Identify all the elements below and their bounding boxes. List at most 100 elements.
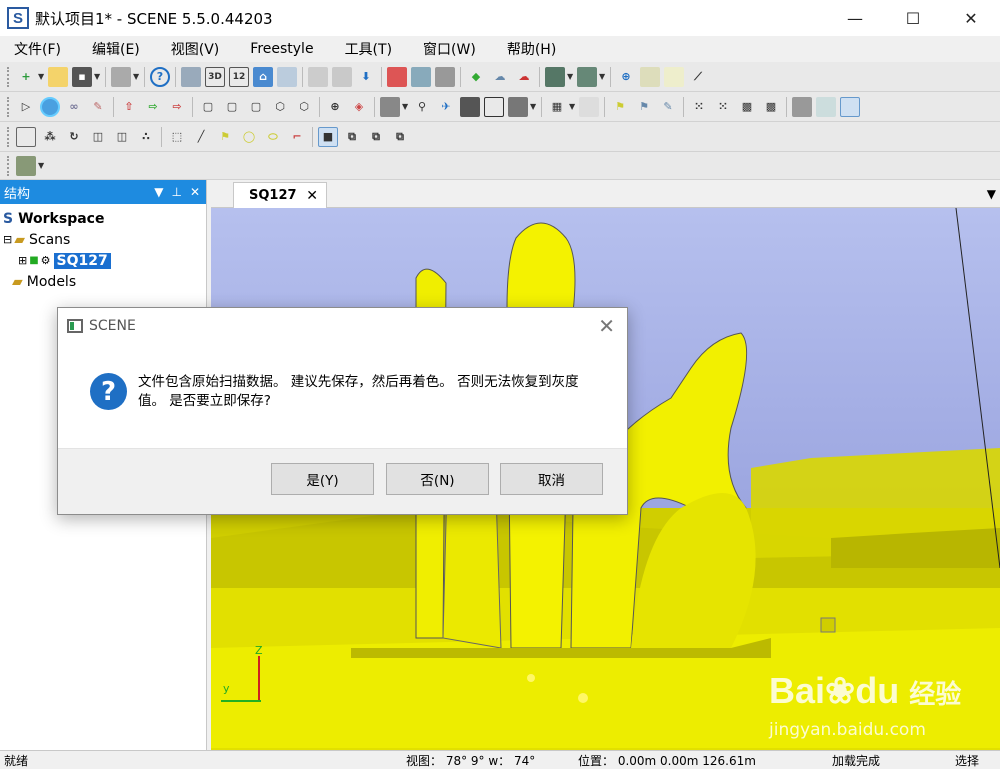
dropdown-arrow-icon[interactable]: ▼ <box>94 67 102 87</box>
scan-image-icon[interactable] <box>16 155 36 176</box>
panel-close-icon[interactable]: ✕ <box>190 185 200 199</box>
move-right-icon[interactable]: ⇨ <box>167 97 187 117</box>
menu-help[interactable]: 帮助(H) <box>499 39 564 59</box>
satellite-icon[interactable] <box>181 66 201 87</box>
dialog-close-icon[interactable]: ✕ <box>598 314 615 338</box>
color-scan-icon[interactable] <box>545 66 565 87</box>
dropdown-arrow-icon[interactable]: ▼ <box>599 67 607 87</box>
flag-icon[interactable]: ⚑ <box>610 97 630 117</box>
points-mixed-icon[interactable]: ▩ <box>761 97 781 117</box>
walk-icon[interactable]: ✎ <box>88 97 108 117</box>
dropdown-arrow-icon[interactable]: ▼ <box>38 156 46 176</box>
tripod-icon[interactable]: ⚲ <box>412 97 432 117</box>
flags-icon[interactable]: ⚑ <box>634 97 654 117</box>
points-large-icon[interactable]: ▩ <box>737 97 757 117</box>
dropdown-arrow-icon[interactable]: ▼ <box>38 67 46 87</box>
menu-tools[interactable]: 工具(T) <box>337 39 400 59</box>
box-select-icon[interactable]: ■ <box>318 126 338 147</box>
view-3d-button[interactable]: 3D <box>205 66 225 87</box>
camera-icon[interactable] <box>380 96 400 117</box>
zoom-icon[interactable]: ⊕ <box>325 97 345 117</box>
surface-icon[interactable] <box>792 96 812 117</box>
tree-item-sq127[interactable]: ⊞ ■ ⚙ SQ127 <box>0 250 206 271</box>
record-icon[interactable] <box>460 96 480 117</box>
cube-side-icon[interactable]: ▢ <box>222 97 242 117</box>
corner-icon[interactable]: ⌐ <box>287 127 307 147</box>
lasso-icon[interactable]: ↻ <box>64 127 84 147</box>
circle-icon[interactable]: ◯ <box>239 127 259 147</box>
close-button[interactable]: ✕ <box>942 0 1000 36</box>
toolbar-grip[interactable] <box>7 66 11 87</box>
box-add-icon[interactable]: ⧉ <box>342 127 362 147</box>
tree-item-models[interactable]: ▰ Models <box>0 271 206 292</box>
tree-item-scans[interactable]: ⊟ ▰ Scans <box>0 229 206 250</box>
cloud-icon[interactable]: ☁ <box>490 67 510 87</box>
pan-icon[interactable]: ◈ <box>349 97 369 117</box>
cube-iso-icon[interactable]: ⬡ <box>270 97 290 117</box>
register-icon[interactable]: ◆ <box>466 67 486 87</box>
view-2d-button[interactable]: 12 <box>229 66 249 87</box>
new-project-icon[interactable]: + <box>16 67 36 87</box>
grid-icon[interactable]: ▦ <box>547 97 567 117</box>
earth-view-icon[interactable] <box>40 96 60 117</box>
move-forward-icon[interactable]: ⇨ <box>143 97 163 117</box>
ellipse-icon[interactable]: ⬭ <box>263 127 283 147</box>
menu-view[interactable]: 视图(V) <box>163 39 228 59</box>
expand-icon[interactable]: ⊞ <box>18 254 27 267</box>
points-small-icon[interactable]: ⁙ <box>689 97 709 117</box>
transparency-icon[interactable] <box>816 96 836 117</box>
help-icon[interactable]: ? <box>150 66 170 87</box>
document-icon[interactable] <box>579 96 599 117</box>
cube-top-icon[interactable]: ▢ <box>246 97 266 117</box>
maximize-button[interactable]: ☐ <box>884 0 942 36</box>
report-icon[interactable] <box>411 66 431 87</box>
ruler-icon[interactable] <box>640 66 660 87</box>
collapse-icon[interactable]: ⊟ <box>3 233 12 246</box>
yes-button[interactable]: 是(Y) <box>271 463 374 495</box>
image-icon[interactable] <box>277 66 297 87</box>
dropdown-arrow-icon[interactable]: ▼ <box>133 67 141 87</box>
toolbar-grip[interactable] <box>7 126 11 147</box>
animate-icon[interactable]: ✈ <box>436 97 456 117</box>
panel-menu-icon[interactable]: ▼ <box>154 185 163 199</box>
menu-freestyle[interactable]: Freestyle <box>242 41 321 57</box>
tag-icon[interactable]: ◫ <box>88 127 108 147</box>
screenshot-icon[interactable] <box>484 96 504 117</box>
stack-icon[interactable]: ◫ <box>112 127 132 147</box>
toolbar-grip[interactable] <box>7 155 11 176</box>
cluster-icon[interactable]: ⁂ <box>40 127 60 147</box>
import-icon[interactable] <box>332 66 352 87</box>
dropdown-arrow-icon[interactable]: ▼ <box>402 97 410 117</box>
brush-icon[interactable]: ✎ <box>658 97 678 117</box>
menu-edit[interactable]: 编辑(E) <box>84 39 148 59</box>
calendar-icon[interactable] <box>387 66 407 87</box>
cancel-button[interactable]: 取消 <box>500 463 603 495</box>
tree-item-workspace[interactable]: S Workspace <box>0 208 206 229</box>
line-icon[interactable]: ╱ <box>191 127 211 147</box>
scale-icon[interactable] <box>664 66 684 87</box>
home-icon[interactable]: ⌂ <box>253 66 273 87</box>
scanner-icon[interactable] <box>435 66 455 87</box>
cloud-remove-icon[interactable]: ☁ <box>514 67 534 87</box>
dropdown-arrow-icon[interactable]: ▼ <box>567 67 575 87</box>
orbit-icon[interactable]: ∞ <box>64 97 84 117</box>
minimize-button[interactable]: — <box>826 0 884 36</box>
select-arrow-icon[interactable]: ▷ <box>16 97 36 117</box>
dropdown-arrow-icon[interactable]: ▼ <box>569 97 577 117</box>
dropdown-arrow-icon[interactable]: ▼ <box>530 97 538 117</box>
open-icon[interactable] <box>48 66 68 87</box>
measure-icon[interactable]: ⟋ <box>688 67 708 87</box>
download-icon[interactable]: ⬇ <box>356 67 376 87</box>
save-icon[interactable]: ▪ <box>72 66 92 87</box>
globe-icon[interactable]: ⊕ <box>616 67 636 87</box>
tab-sq127[interactable]: SQ127 ✕ <box>233 182 327 208</box>
device-icon[interactable] <box>508 96 528 117</box>
select-scan-icon[interactable] <box>16 126 36 147</box>
polygon-icon[interactable]: ⚑ <box>215 127 235 147</box>
tab-close-icon[interactable]: ✕ <box>306 188 318 204</box>
menu-window[interactable]: 窗口(W) <box>415 39 484 59</box>
rect-select-icon[interactable]: ⬚ <box>167 127 187 147</box>
move-up-icon[interactable]: ⇧ <box>119 97 139 117</box>
cube-front-icon[interactable]: ▢ <box>198 97 218 117</box>
box-subtract-icon[interactable]: ⧉ <box>366 127 386 147</box>
